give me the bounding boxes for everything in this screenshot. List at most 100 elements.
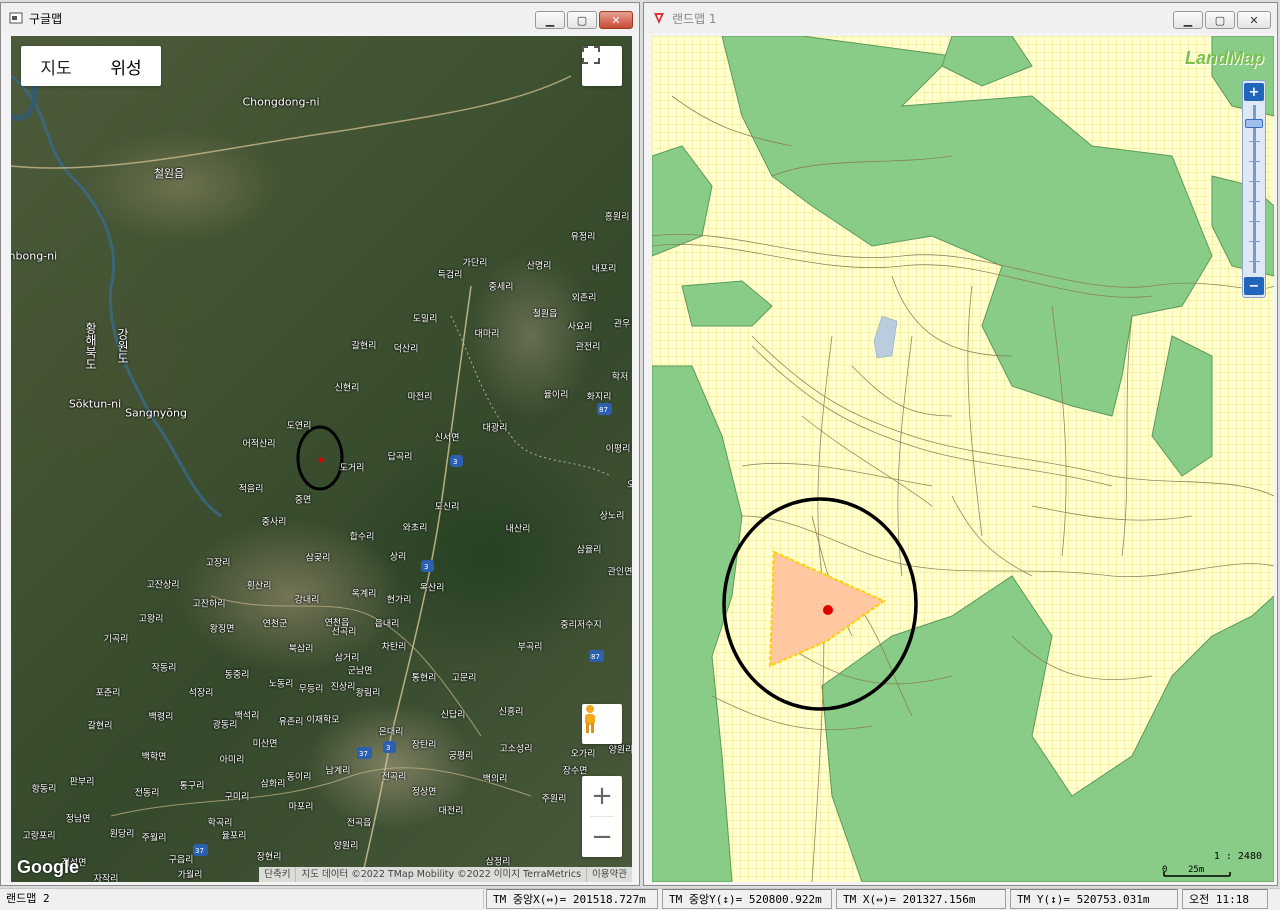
place-label: 고잔하리 <box>192 599 226 610</box>
place-label: 횡산리 <box>246 581 272 592</box>
scale-bar: 0 25m <box>1162 864 1262 880</box>
place-label: 강원도 <box>115 328 130 364</box>
place-label: 읍내리 <box>374 619 400 630</box>
minimize-button[interactable]: ▁ <box>1173 11 1203 29</box>
place-label: 상리 <box>389 552 407 563</box>
map-type-map-button[interactable]: 지도 <box>21 46 91 86</box>
place-label: 자작리 <box>93 874 119 883</box>
map-type-satellite-button[interactable]: 위성 <box>91 46 161 86</box>
place-label: 유촌리 <box>278 717 304 728</box>
place-label: 석장리 <box>188 688 214 699</box>
place-label: 오가리 <box>570 749 596 760</box>
place-label: 신서면 <box>434 433 460 444</box>
place-label: 상노리 <box>599 511 625 522</box>
place-label: 구읍리 <box>168 855 194 866</box>
close-button[interactable]: ✕ <box>599 11 633 29</box>
place-label: 연천군 <box>262 619 288 630</box>
place-label: 유정리 <box>570 232 596 243</box>
place-label: 황해북도 <box>83 322 98 370</box>
place-label: 작동리 <box>151 663 177 674</box>
place-label: 사요리 <box>567 322 593 333</box>
fullscreen-icon <box>582 46 600 64</box>
zoom-tick <box>1249 141 1260 142</box>
scale-end: 25m <box>1188 865 1204 875</box>
place-label: 고왕리 <box>138 614 164 625</box>
place-label: 철원읍 <box>153 167 185 180</box>
zoom-in-button[interactable]: + <box>1244 83 1264 101</box>
place-label: 장현리 <box>256 852 282 863</box>
zoom-tick <box>1249 261 1260 262</box>
place-label: 정남면 <box>65 814 91 825</box>
place-label: 부곡리 <box>517 642 543 653</box>
satellite-map[interactable]: 3 3 3 37 37 87 87 Chongdong-ni 철원읍 mbong-n… <box>11 36 632 882</box>
place-label: 무등리 <box>298 684 324 695</box>
maximize-button[interactable]: ▢ <box>1205 11 1235 29</box>
place-label: 구미리 <box>224 792 250 803</box>
street-view-pegman-button[interactable] <box>582 704 622 744</box>
close-button[interactable]: ✕ <box>1237 11 1271 29</box>
place-label: 가월리 <box>177 870 203 881</box>
place-label: 양원리 <box>333 841 359 852</box>
place-label: 내산리 <box>505 524 531 535</box>
place-label: 원당리 <box>109 829 135 840</box>
cadastral-map[interactable]: LandMap + − 1 : 2480 0 25m <box>652 36 1274 882</box>
place-label: 중리저수지 <box>560 620 602 631</box>
place-label: 삼화리 <box>260 779 286 790</box>
place-label: 백학면 <box>141 752 167 763</box>
google-map-window: 구글맵 ▁ ▢ ✕ 3 3 3 37 37 87 87 Chongdong-ni… <box>0 2 640 886</box>
parcel-center-marker <box>823 605 833 615</box>
place-label: 광동리 <box>212 720 238 731</box>
place-label: 마전리 <box>407 392 433 403</box>
landmap-logo: LandMap <box>1185 48 1264 68</box>
status-tm-x: TM X(↔)= 201327.156m <box>836 889 1006 909</box>
maximize-button[interactable]: ▢ <box>567 11 597 29</box>
place-label: 학저 <box>611 372 629 383</box>
zoom-control: + − <box>582 776 622 857</box>
place-label: 대마리 <box>474 329 500 340</box>
place-label: mbong-ni <box>11 249 58 263</box>
place-label: 어적산리 <box>242 439 276 450</box>
zoom-out-button[interactable]: − <box>1244 277 1264 295</box>
place-label: 강내리 <box>294 595 320 606</box>
satellite-terrain: 3 3 3 37 37 87 87 <box>11 74 612 882</box>
road-shield: 37 <box>359 750 368 758</box>
place-label: Sangnyŏng <box>125 406 187 420</box>
place-label: 양원리 <box>608 745 632 756</box>
zoom-tick <box>1249 201 1260 202</box>
zoom-out-button[interactable]: − <box>582 817 622 857</box>
place-label: 은대리 <box>378 727 404 738</box>
place-label: 학곡리 <box>207 818 233 829</box>
road-shield: 3 <box>453 458 457 466</box>
place-label: 백령리 <box>148 712 174 723</box>
place-label: 갈현리 <box>351 341 377 352</box>
map-data-text: 지도 데이터 ©2022 TMap Mobility ©2022 이미지 Ter… <box>295 867 586 882</box>
place-label: 오 <box>626 480 632 491</box>
place-label: 고잔상리 <box>146 580 180 591</box>
titlebar[interactable]: 구글맵 ▁ ▢ ✕ <box>1 3 639 33</box>
zoom-tick <box>1249 161 1260 162</box>
minimize-button[interactable]: ▁ <box>535 11 565 29</box>
zoom-thumb[interactable] <box>1245 119 1263 128</box>
zoom-track[interactable] <box>1253 105 1256 273</box>
keyboard-shortcuts-link[interactable]: 단축키 <box>259 867 295 882</box>
place-label: 동중리 <box>224 670 250 681</box>
place-label: 관인면 <box>607 567 632 578</box>
cadastral-map-canvas <box>652 36 1274 882</box>
place-label: 가단리 <box>462 258 488 269</box>
zoom-tick <box>1249 181 1260 182</box>
titlebar[interactable]: 랜드맵 1 ▁ ▢ ✕ <box>644 3 1277 33</box>
place-label: 군남면 <box>347 666 373 677</box>
zoom-in-button[interactable]: + <box>582 776 622 816</box>
road-shield: 87 <box>599 406 608 414</box>
place-label: 판부리 <box>69 777 95 788</box>
place-label: 궁평리 <box>448 751 474 762</box>
place-label: 합수리 <box>349 532 375 543</box>
place-label: 주월리 <box>141 833 167 844</box>
pegman-icon <box>585 705 595 733</box>
place-label: 도연리 <box>286 421 312 432</box>
terms-link[interactable]: 이용약관 <box>586 867 632 882</box>
fullscreen-button[interactable] <box>582 46 622 86</box>
place-label: 홍원리 <box>604 212 630 223</box>
place-label: 장수면 <box>562 766 588 777</box>
place-label: 아미리 <box>219 755 245 766</box>
